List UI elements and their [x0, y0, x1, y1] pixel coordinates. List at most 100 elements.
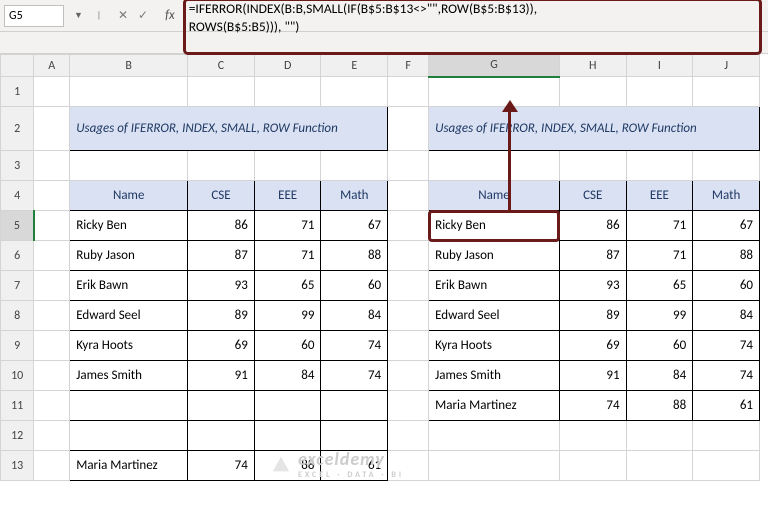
cell[interactable]: 84 — [693, 301, 760, 331]
cell[interactable] — [321, 391, 388, 421]
col-header[interactable]: I — [626, 55, 693, 77]
cell[interactable]: 99 — [254, 301, 321, 331]
cell[interactable]: 84 — [254, 361, 321, 391]
spreadsheet-grid[interactable]: A B C D E F G H I J 1 2 Usages of IFERRO… — [0, 54, 760, 481]
row-header[interactable]: 2 — [1, 107, 34, 151]
cell[interactable]: 99 — [626, 301, 693, 331]
cell[interactable]: 60 — [693, 271, 760, 301]
row-header[interactable]: 11 — [1, 391, 34, 421]
hdr-name[interactable]: Name — [70, 181, 188, 211]
col-header[interactable]: D — [254, 55, 321, 77]
select-all-corner[interactable] — [1, 55, 34, 77]
col-header[interactable]: A — [34, 55, 70, 77]
row-header[interactable]: 6 — [1, 241, 34, 271]
cell[interactable]: 88 — [693, 241, 760, 271]
cell[interactable]: Edward Seel — [429, 301, 560, 331]
cell[interactable]: Ricky Ben — [70, 211, 188, 241]
active-cell[interactable]: Ricky Ben — [429, 211, 560, 241]
cell[interactable]: 69 — [188, 331, 255, 361]
hdr-cse[interactable]: CSE — [188, 181, 255, 211]
cell[interactable]: 71 — [626, 211, 693, 241]
fx-label[interactable]: fx — [161, 8, 179, 23]
cell[interactable]: 61 — [693, 391, 760, 421]
cell[interactable] — [188, 391, 255, 421]
cell[interactable]: 71 — [626, 241, 693, 271]
cell[interactable]: 74 — [693, 331, 760, 361]
row-header[interactable]: 7 — [1, 271, 34, 301]
cell[interactable]: 86 — [559, 211, 626, 241]
cell[interactable]: 88 — [321, 241, 388, 271]
hdr-math[interactable]: Math — [693, 181, 760, 211]
cell[interactable]: 88 — [254, 451, 321, 481]
cell[interactable]: Maria Martinez — [429, 391, 560, 421]
cell[interactable]: 88 — [626, 391, 693, 421]
hdr-cse[interactable]: CSE — [559, 181, 626, 211]
cell[interactable]: 67 — [693, 211, 760, 241]
cell[interactable] — [70, 421, 188, 451]
hdr-math[interactable]: Math — [321, 181, 388, 211]
cell[interactable]: Ruby Jason — [429, 241, 560, 271]
cell[interactable]: 60 — [626, 331, 693, 361]
cell[interactable]: Maria Martinez — [70, 451, 188, 481]
cell[interactable] — [254, 391, 321, 421]
cell[interactable]: 60 — [254, 331, 321, 361]
cell[interactable]: 69 — [559, 331, 626, 361]
cell[interactable]: James Smith — [70, 361, 188, 391]
cell[interactable] — [188, 421, 255, 451]
cell[interactable]: 91 — [188, 361, 255, 391]
name-box[interactable]: G5 — [4, 5, 64, 27]
cell[interactable]: 74 — [559, 391, 626, 421]
col-header[interactable]: E — [321, 55, 388, 77]
cell[interactable]: Erik Bawn — [70, 271, 188, 301]
cell[interactable]: 60 — [321, 271, 388, 301]
row-header[interactable]: 10 — [1, 361, 34, 391]
row-header[interactable]: 9 — [1, 331, 34, 361]
cell[interactable]: 93 — [559, 271, 626, 301]
cell[interactable]: 93 — [188, 271, 255, 301]
cell[interactable]: Edward Seel — [70, 301, 188, 331]
cell[interactable]: Kyra Hoots — [429, 331, 560, 361]
cell[interactable]: 65 — [254, 271, 321, 301]
cell[interactable]: Kyra Hoots — [70, 331, 188, 361]
cell[interactable]: Erik Bawn — [429, 271, 560, 301]
title-right[interactable]: Usages of IFERROR, INDEX, SMALL, ROW Fun… — [429, 107, 760, 151]
cell[interactable]: 71 — [254, 211, 321, 241]
cell[interactable] — [321, 421, 388, 451]
cell[interactable]: 87 — [559, 241, 626, 271]
row-header[interactable]: 12 — [1, 421, 34, 451]
col-header[interactable]: J — [693, 55, 760, 77]
cell[interactable]: 74 — [321, 361, 388, 391]
cell[interactable]: 74 — [321, 331, 388, 361]
cell[interactable]: 84 — [626, 361, 693, 391]
cell[interactable]: 86 — [188, 211, 255, 241]
col-header[interactable]: B — [70, 55, 188, 77]
cell[interactable]: 91 — [559, 361, 626, 391]
row-header[interactable]: 4 — [1, 181, 34, 211]
hdr-eee[interactable]: EEE — [626, 181, 693, 211]
title-left[interactable]: Usages of IFERROR, INDEX, SMALL, ROW Fun… — [70, 107, 388, 151]
col-header[interactable]: H — [559, 55, 626, 77]
row-header[interactable]: 13 — [1, 451, 34, 481]
cell[interactable]: 89 — [559, 301, 626, 331]
cell[interactable]: 61 — [321, 451, 388, 481]
row-header[interactable]: 5 — [1, 211, 34, 241]
cell[interactable]: 71 — [254, 241, 321, 271]
cell[interactable]: 84 — [321, 301, 388, 331]
cell[interactable]: 74 — [188, 451, 255, 481]
hdr-eee[interactable]: EEE — [254, 181, 321, 211]
cell[interactable]: 89 — [188, 301, 255, 331]
cell[interactable] — [70, 391, 188, 421]
col-header[interactable]: F — [388, 55, 429, 77]
col-header[interactable]: G — [429, 55, 560, 77]
hdr-name[interactable]: Name — [429, 181, 560, 211]
formula-bar[interactable]: =IFERROR(INDEX(B:B,SMALL(IF(B$5:B$13<>""… — [185, 0, 764, 31]
cell[interactable]: 67 — [321, 211, 388, 241]
cell[interactable]: Ruby Jason — [70, 241, 188, 271]
cell[interactable] — [254, 421, 321, 451]
cancel-icon[interactable]: ✕ — [115, 8, 131, 23]
name-box-dropdown-icon[interactable]: ▼ — [70, 10, 87, 21]
cell[interactable]: 74 — [693, 361, 760, 391]
cell[interactable]: 65 — [626, 271, 693, 301]
cell[interactable]: James Smith — [429, 361, 560, 391]
row-header[interactable]: 1 — [1, 77, 34, 107]
